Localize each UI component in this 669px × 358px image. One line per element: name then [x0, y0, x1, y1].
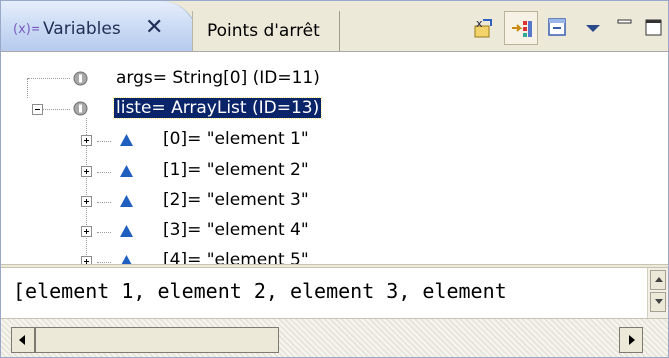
svg-text:(x)=: (x)= — [13, 22, 39, 35]
tree-row-label: [3]= "element 4" — [163, 220, 309, 240]
expand-toggle[interactable] — [81, 135, 92, 146]
tree-row[interactable]: [1]= "element 2" — [1, 154, 668, 187]
show-type-names-icon: x — [474, 17, 492, 38]
scrollbar-thumb[interactable] — [35, 327, 279, 353]
scroll-left-arrow-icon[interactable] — [11, 327, 35, 353]
minimize-icon — [617, 19, 632, 24]
view-menu-icon — [586, 25, 600, 32]
show-logical-structure-icon — [512, 21, 532, 37]
view-menu-button[interactable] — [576, 11, 610, 45]
tree-row-label: liste= ArrayList (ID=13) — [112, 97, 323, 119]
expand-toggle[interactable] — [81, 166, 92, 177]
show-logical-structure-button[interactable] — [504, 11, 538, 45]
detail-vertical-scrollbar[interactable] — [647, 268, 668, 318]
horizontal-scrollbar[interactable] — [1, 318, 668, 357]
svg-text:x: x — [476, 17, 483, 30]
tab-variables-label: Variables — [43, 19, 121, 39]
scroll-down-arrow-icon[interactable] — [650, 292, 666, 312]
tree-row-label: [0]= "element 1" — [163, 129, 309, 149]
tab-breakpoints-label: Points d'arrêt — [207, 21, 320, 41]
detail-value[interactable]: [element 1, element 2, element 3, elemen… — [13, 279, 507, 303]
show-type-names-button[interactable]: x — [467, 11, 501, 45]
variables-view: (x)= Variables ✕ Points d'arrêt x args= … — [0, 0, 669, 358]
array-element-icon — [120, 134, 133, 146]
collapse-all-icon — [548, 18, 566, 36]
close-icon[interactable]: ✕ — [145, 15, 163, 40]
array-element-icon — [120, 165, 133, 177]
variables-tree: args= String[0] (ID=11) liste= ArrayList… — [1, 52, 668, 270]
tab-variables[interactable]: (x)= Variables ✕ — [1, 1, 202, 51]
tree-row-label: [1]= "element 2" — [163, 160, 309, 180]
tree-row-label: [2]= "element 3" — [163, 190, 309, 210]
tree-row[interactable]: [0]= "element 1" — [1, 123, 668, 156]
maximize-icon — [645, 19, 662, 36]
tree-row[interactable]: [2]= "element 3" — [1, 184, 668, 217]
expand-toggle[interactable] — [81, 226, 92, 237]
variables-icon: (x)= — [13, 22, 39, 35]
tree-row[interactable]: [3]= "element 4" — [1, 214, 668, 247]
tree-row[interactable]: liste= ArrayList (ID=13) — [1, 92, 668, 125]
local-variable-icon — [73, 71, 88, 86]
array-element-icon — [120, 225, 133, 237]
tree-row-label: args= String[0] (ID=11) — [116, 68, 320, 88]
collapse-all-button[interactable] — [541, 11, 575, 45]
scroll-up-arrow-icon[interactable] — [650, 270, 666, 290]
tree-row[interactable]: args= String[0] (ID=11) — [1, 62, 668, 95]
local-variable-icon — [73, 101, 88, 116]
detail-pane[interactable]: [element 1, element 2, element 3, elemen… — [1, 268, 668, 318]
collapse-toggle[interactable] — [32, 104, 43, 115]
maximize-button[interactable] — [637, 11, 668, 45]
tab-bar: (x)= Variables ✕ Points d'arrêt x — [1, 1, 668, 52]
scroll-right-arrow-icon[interactable] — [619, 327, 643, 353]
tab-breakpoints[interactable]: Points d'arrêt — [192, 11, 340, 51]
array-element-icon — [120, 195, 133, 207]
expand-toggle[interactable] — [81, 196, 92, 207]
